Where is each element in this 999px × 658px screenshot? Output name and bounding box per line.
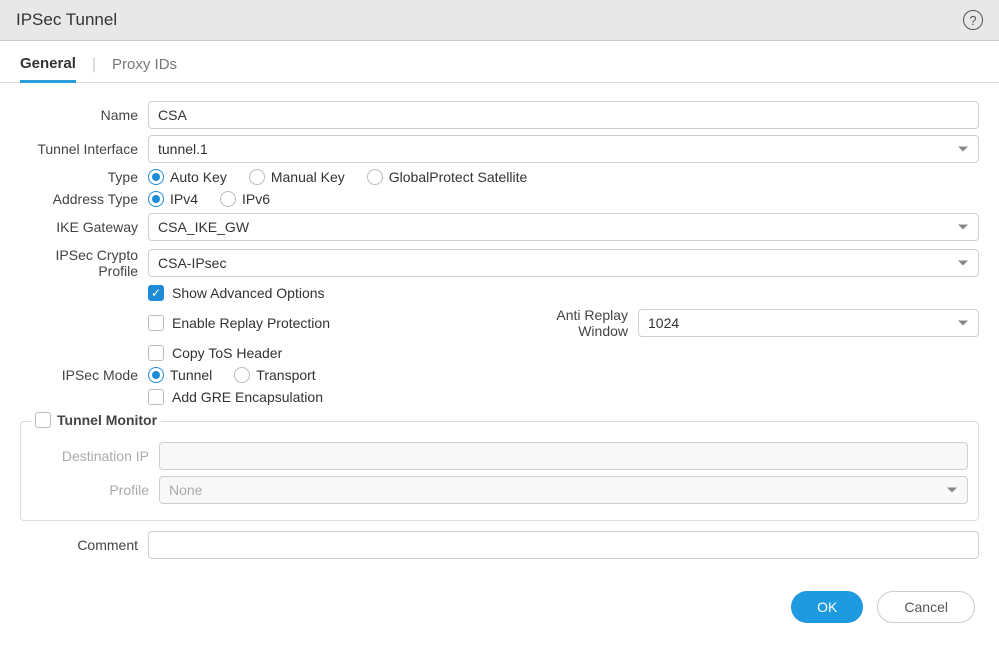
- checkbox-copy-tos-header[interactable]: Copy ToS Header: [148, 345, 282, 361]
- dialog-header: IPSec Tunnel ?: [0, 0, 999, 41]
- radio-addr-ipv6[interactable]: IPv6: [220, 191, 270, 207]
- tunnel-monitor-label: Tunnel Monitor: [57, 412, 157, 428]
- ipsec-tunnel-dialog: IPSec Tunnel ? General | Proxy IDs Name …: [0, 0, 999, 645]
- tunnel-monitor-fieldset: Tunnel Monitor Destination IP Profile No…: [20, 421, 979, 521]
- profile-value: None: [169, 482, 202, 498]
- radio-dot-icon: [234, 367, 250, 383]
- checkmark-icon: ✓: [148, 285, 164, 301]
- anti-replay-window-value: 1024: [648, 315, 679, 331]
- ipsec-crypto-profile-value: CSA-IPsec: [158, 255, 226, 271]
- name-value: CSA: [158, 107, 187, 123]
- tunnel-interface-select[interactable]: tunnel.1: [148, 135, 979, 163]
- ipsec-crypto-profile-select[interactable]: CSA-IPsec: [148, 249, 979, 277]
- checkbox-box-icon: [148, 345, 164, 361]
- ok-button[interactable]: OK: [791, 591, 863, 623]
- chevron-down-icon: [947, 488, 957, 493]
- radio-dot-icon: [148, 169, 164, 185]
- checkbox-show-advanced[interactable]: ✓ Show Advanced Options: [148, 285, 325, 301]
- radio-dot-icon: [249, 169, 265, 185]
- radio-type-auto-key[interactable]: Auto Key: [148, 169, 227, 185]
- label-anti-replay-window: Anti Replay Window: [508, 307, 638, 339]
- radio-mode-transport[interactable]: Transport: [234, 367, 315, 383]
- chevron-down-icon: [958, 321, 968, 326]
- tab-bar: General | Proxy IDs: [0, 41, 999, 83]
- dialog-title: IPSec Tunnel: [16, 10, 117, 30]
- form-area: Name CSA Tunnel Interface tunnel.1 Type: [0, 83, 999, 573]
- radio-type-manual-key[interactable]: Manual Key: [249, 169, 345, 185]
- comment-input[interactable]: [148, 531, 979, 559]
- radio-label: Auto Key: [170, 169, 227, 185]
- radio-label: IPv4: [170, 191, 198, 207]
- checkbox-label: Add GRE Encapsulation: [172, 389, 323, 405]
- tab-general[interactable]: General: [20, 55, 76, 83]
- ike-gateway-select[interactable]: CSA_IKE_GW: [148, 213, 979, 241]
- anti-replay-window-select[interactable]: 1024: [638, 309, 979, 337]
- label-ipsec-crypto-profile: IPSec Crypto Profile: [20, 247, 148, 279]
- chevron-down-icon: [958, 147, 968, 152]
- checkbox-box-icon: [148, 315, 164, 331]
- radio-label: Manual Key: [271, 169, 345, 185]
- tunnel-monitor-legend: Tunnel Monitor: [31, 412, 161, 428]
- profile-select: None: [159, 476, 968, 504]
- checkbox-tunnel-monitor[interactable]: [35, 412, 51, 428]
- label-destination-ip: Destination IP: [31, 448, 159, 464]
- checkbox-label: Enable Replay Protection: [172, 315, 330, 331]
- chevron-down-icon: [958, 225, 968, 230]
- radio-dot-icon: [220, 191, 236, 207]
- radio-label: Tunnel: [170, 367, 212, 383]
- checkbox-box-icon: [148, 389, 164, 405]
- checkbox-label: Copy ToS Header: [172, 345, 282, 361]
- ike-gateway-value: CSA_IKE_GW: [158, 219, 249, 235]
- label-ipsec-mode: IPSec Mode: [20, 367, 148, 383]
- checkbox-enable-replay-protection[interactable]: Enable Replay Protection: [148, 315, 330, 331]
- radio-dot-icon: [367, 169, 383, 185]
- tunnel-interface-value: tunnel.1: [158, 141, 208, 157]
- checkbox-label: Show Advanced Options: [172, 285, 325, 301]
- chevron-down-icon: [958, 261, 968, 266]
- radio-addr-ipv4[interactable]: IPv4: [148, 191, 198, 207]
- checkbox-box-icon: [35, 412, 51, 428]
- label-ike-gateway: IKE Gateway: [20, 219, 148, 235]
- name-input[interactable]: CSA: [148, 101, 979, 129]
- cancel-button[interactable]: Cancel: [877, 591, 975, 623]
- radio-label: GlobalProtect Satellite: [389, 169, 528, 185]
- label-type: Type: [20, 169, 148, 185]
- radio-dot-icon: [148, 367, 164, 383]
- label-profile: Profile: [31, 482, 159, 498]
- radio-type-gp-satellite[interactable]: GlobalProtect Satellite: [367, 169, 528, 185]
- destination-ip-input: [159, 442, 968, 470]
- dialog-footer: OK Cancel: [0, 573, 999, 645]
- help-icon[interactable]: ?: [963, 10, 983, 30]
- radio-label: Transport: [256, 367, 315, 383]
- label-tunnel-interface: Tunnel Interface: [20, 141, 148, 157]
- label-comment: Comment: [20, 537, 148, 553]
- radio-mode-tunnel[interactable]: Tunnel: [148, 367, 212, 383]
- tab-separator: |: [92, 56, 96, 82]
- tab-proxy-ids[interactable]: Proxy IDs: [112, 56, 177, 81]
- label-name: Name: [20, 107, 148, 123]
- radio-label: IPv6: [242, 191, 270, 207]
- checkbox-add-gre-encapsulation[interactable]: Add GRE Encapsulation: [148, 389, 323, 405]
- radio-dot-icon: [148, 191, 164, 207]
- label-address-type: Address Type: [20, 191, 148, 207]
